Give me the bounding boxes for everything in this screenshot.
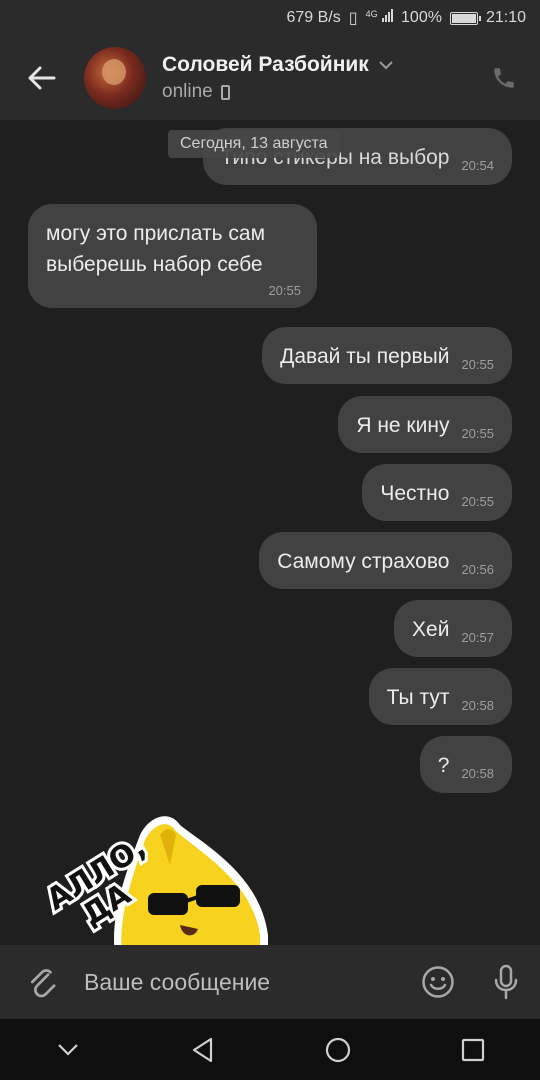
chat-header: Соловей Разбойник online [0, 36, 540, 120]
network-speed: 679 B/s [286, 9, 341, 26]
status-bar: 679 B/s ▯ 4G 100% 21:10 [0, 0, 540, 36]
message-text: выберешь набор себе [46, 253, 263, 276]
message-text: Хей [412, 618, 450, 641]
back-arrow-icon[interactable] [0, 36, 84, 120]
message-text: Я не кину [356, 414, 450, 437]
message-time: 20:55 [461, 426, 494, 441]
recents-square-icon[interactable] [443, 1019, 503, 1080]
message-bubble[interactable]: Ты тут 20:58 [368, 668, 512, 725]
message-composer: Ваше сообщение [0, 945, 540, 1019]
chevron-down-icon[interactable] [38, 1019, 98, 1080]
contact-name: Соловей Разбойник [162, 53, 369, 76]
battery-percent: 100% [401, 9, 442, 26]
message-bubble[interactable]: Самому страхово 20:56 [259, 532, 512, 589]
message-text: могу это прислать сам [46, 222, 266, 245]
message-time: 20:58 [461, 698, 494, 713]
microphone-icon[interactable] [472, 945, 540, 1019]
battery-icon [449, 11, 481, 25]
clock: 21:10 [485, 9, 526, 26]
message-time: 20:54 [461, 158, 494, 173]
message-time: 20:55 [268, 283, 301, 298]
message-time: 20:57 [461, 630, 494, 645]
back-triangle-icon[interactable] [173, 1019, 233, 1080]
banana-sticker[interactable]: АЛЛО, ДА [30, 805, 280, 945]
message-bubble[interactable]: Честно 20:55 [362, 464, 512, 521]
message-time: 20:55 [461, 357, 494, 372]
vibrate-icon: ▯ [348, 10, 358, 27]
message-time: 20:55 [461, 494, 494, 509]
message-time: 20:56 [461, 562, 494, 577]
message-bubble[interactable]: ? 20:58 [419, 736, 512, 793]
emoji-icon[interactable] [404, 945, 472, 1019]
home-circle-icon[interactable] [308, 1019, 368, 1080]
mobile-device-icon [220, 84, 230, 100]
message-text: Самому страхово [277, 550, 450, 573]
message-text: Ты тут [386, 686, 450, 709]
message-text: ? [437, 754, 450, 777]
system-nav-bar [0, 1019, 540, 1080]
banana-sticker-image: АЛЛО, ДА [38, 816, 268, 945]
message-input[interactable]: Ваше сообщение [84, 945, 404, 1019]
contact-info[interactable]: Соловей Разбойник online [162, 53, 468, 103]
message-bubble[interactable]: Давай ты первый 20:55 [262, 327, 512, 384]
message-text: Честно [380, 482, 450, 505]
chevron-down-icon [379, 57, 393, 73]
message-list[interactable]: Сегодня, 13 августа Типо стикеры на выбо… [0, 120, 540, 945]
message-bubble[interactable]: могу это прислать сам выберешь набор себ… [28, 204, 317, 308]
message-time: 20:58 [461, 766, 494, 781]
contact-status: online [162, 81, 213, 102]
avatar[interactable] [84, 47, 146, 109]
paperclip-icon[interactable] [0, 945, 84, 1019]
message-bubble[interactable]: Хей 20:57 [394, 600, 512, 657]
date-divider: Сегодня, 13 августа [168, 130, 340, 158]
message-bubble[interactable]: Я не кину 20:55 [338, 396, 512, 453]
signal-icon: 4G [365, 9, 394, 27]
phone-icon[interactable] [468, 36, 540, 120]
message-text: Давай ты первый [280, 345, 450, 368]
network-type: 4G [365, 9, 378, 19]
